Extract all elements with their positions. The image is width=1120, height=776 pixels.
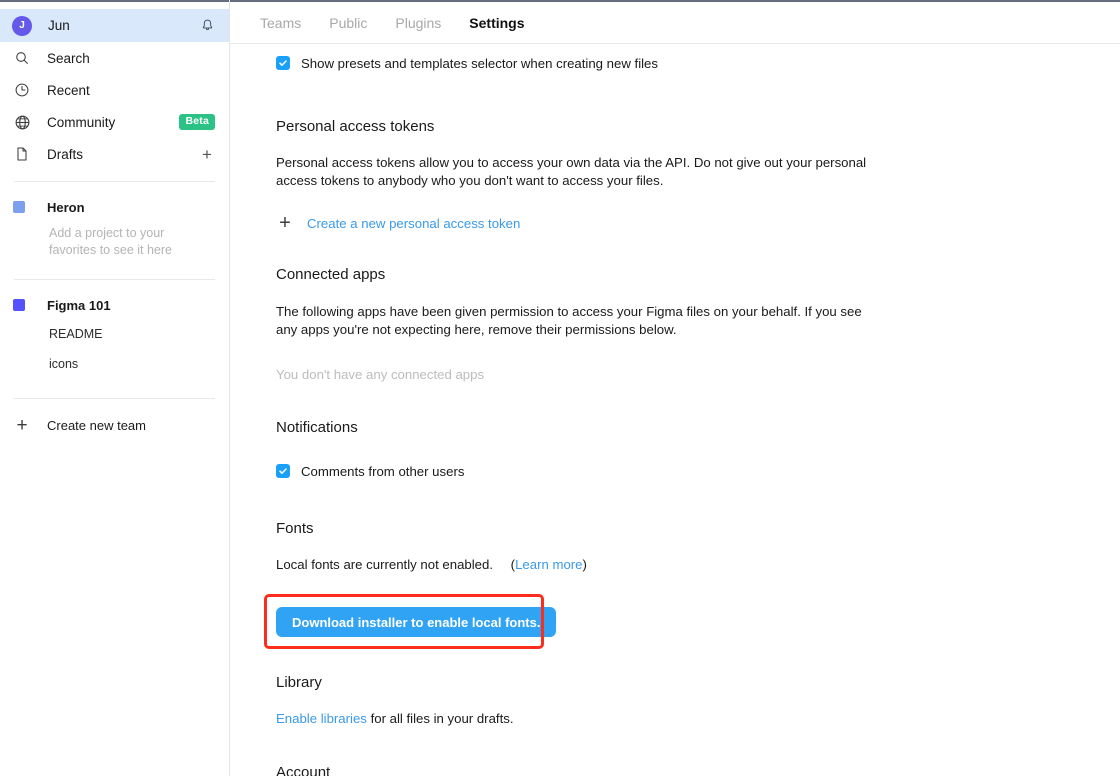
create-token-row[interactable]: + Create a new personal access token — [276, 212, 1120, 234]
sidebar-item-search[interactable]: Search — [0, 42, 229, 74]
figma-settings-page: J Jun Search Recent Community Beta Draft… — [0, 0, 1120, 776]
sidebar-item-label: Community — [47, 114, 116, 130]
notifications-checkbox-row: Comments from other users — [276, 458, 1120, 484]
list-item[interactable]: README — [0, 319, 229, 349]
clock-icon — [13, 81, 31, 99]
plus-icon: + — [16, 414, 28, 436]
library-rest-text: for all files in your drafts. — [366, 711, 514, 726]
section-title-personal-access-tokens: Personal access tokens — [276, 118, 435, 135]
sidebar-team-heron[interactable]: Heron — [0, 193, 229, 221]
top-tab-bar: Teams Public Plugins Settings — [230, 0, 1120, 44]
section-title-fonts: Fonts — [276, 520, 314, 537]
bell-icon[interactable] — [199, 18, 215, 34]
status-badge: Beta — [179, 114, 215, 130]
tab-settings[interactable]: Settings — [469, 12, 524, 31]
connected-apps-description: The following apps have been given permi… — [276, 304, 862, 337]
list-item[interactable]: icons — [0, 349, 229, 379]
sidebar-user-row[interactable]: J Jun — [0, 9, 229, 42]
learn-more-link[interactable]: Learn more — [515, 557, 582, 572]
personal-access-tokens-description: Personal access tokens allow you to acce… — [276, 155, 867, 188]
window-top-bar — [0, 0, 229, 2]
sidebar-item-drafts[interactable]: Drafts + — [0, 138, 229, 170]
create-new-team-button[interactable]: + Create new team — [0, 410, 229, 440]
section-title-connected-apps: Connected apps — [276, 266, 386, 283]
new-draft-plus-icon[interactable]: + — [199, 146, 215, 163]
team-name: Heron — [47, 199, 85, 215]
presets-checkbox-label: Show presets and templates selector when… — [301, 55, 658, 71]
team-color-swatch — [13, 201, 25, 213]
sidebar-divider-1 — [14, 181, 215, 182]
user-name: Jun — [48, 18, 70, 33]
project-color-swatch — [13, 299, 25, 311]
sidebar-item-recent[interactable]: Recent — [0, 74, 229, 106]
favorites-empty-hint: Add a project to your favorites to see i… — [49, 226, 172, 257]
settings-content: Show presets and templates selector when… — [230, 44, 1120, 776]
tab-public[interactable]: Public — [329, 12, 367, 31]
project-name: Figma 101 — [47, 297, 111, 313]
section-title-notifications: Notifications — [276, 419, 358, 436]
sidebar-divider-2 — [14, 279, 215, 280]
search-icon — [13, 49, 31, 67]
avatar: J — [12, 15, 32, 36]
create-new-team-label: Create new team — [47, 417, 146, 433]
paren-close: ) — [582, 557, 587, 572]
sidebar-project-figma-101[interactable]: Figma 101 — [0, 291, 229, 319]
section-title-library: Library — [276, 674, 322, 691]
sidebar-item-label: Recent — [47, 82, 90, 98]
sidebar-item-label: Drafts — [47, 146, 84, 162]
sidebar-item-label: Search — [47, 50, 90, 66]
comments-notification-checkbox[interactable] — [276, 464, 290, 478]
main-content: Teams Public Plugins Settings Show prese… — [230, 0, 1120, 776]
document-icon — [13, 145, 31, 163]
comments-notification-label: Comments from other users — [301, 463, 465, 479]
connected-apps-empty-state: You don't have any connected apps — [276, 367, 485, 382]
presets-checkbox-row: Show presets and templates selector when… — [276, 50, 1120, 76]
tab-teams[interactable]: Teams — [260, 12, 301, 31]
download-installer-button[interactable]: Download installer to enable local fonts… — [276, 607, 557, 637]
download-installer-wrap: Download installer to enable local fonts… — [264, 594, 557, 649]
sidebar: J Jun Search Recent Community Beta Draft… — [0, 0, 230, 776]
library-row: Enable libraries for all files in your d… — [276, 710, 874, 728]
tab-plugins[interactable]: Plugins — [395, 12, 441, 31]
enable-libraries-link[interactable]: Enable libraries — [276, 711, 367, 726]
globe-icon — [13, 113, 31, 131]
plus-icon: + — [279, 212, 291, 234]
presets-checkbox[interactable] — [276, 56, 290, 70]
fonts-status-row: Local fonts are currently not enabled. (… — [276, 556, 874, 574]
sidebar-divider-3 — [14, 398, 215, 399]
fonts-status-text: Local fonts are currently not enabled. — [276, 557, 493, 572]
section-title-account: Account — [276, 764, 331, 776]
sidebar-item-community[interactable]: Community Beta — [0, 106, 229, 138]
create-personal-access-token-link[interactable]: Create a new personal access token — [307, 216, 520, 231]
